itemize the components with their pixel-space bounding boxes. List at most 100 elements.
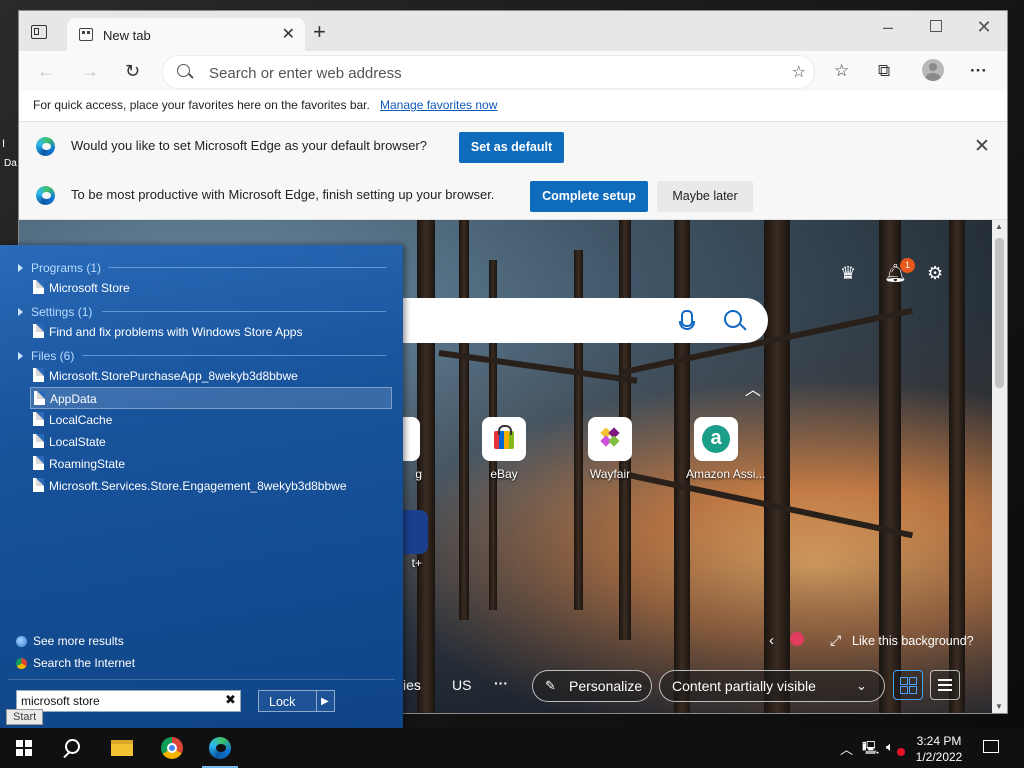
search-internet-link[interactable]: Search the Internet	[16, 656, 135, 670]
result-file[interactable]: Microsoft.StorePurchaseApp_8wekyb3d8bbwe	[30, 365, 392, 387]
scrollbar-thumb[interactable]	[995, 238, 1004, 388]
add-favorite-icon[interactable]: ☆	[792, 62, 806, 82]
back-arrow-icon[interactable]: ←	[37, 61, 55, 82]
result-fix-store-apps[interactable]: Find and fix problems with Windows Store…	[30, 321, 392, 343]
tab-close-icon[interactable]: ✕	[282, 24, 295, 44]
group-label: Settings (1)	[31, 304, 93, 319]
group-header-files[interactable]: Files (6)	[18, 348, 74, 363]
forward-arrow-icon[interactable]: →	[81, 61, 99, 82]
web-search-box[interactable]	[390, 298, 768, 343]
refresh-icon[interactable]: ↻	[125, 61, 140, 82]
lock-button[interactable]: Lock ▶	[258, 690, 335, 712]
taskbar-chrome[interactable]	[148, 728, 196, 768]
file-icon	[33, 478, 44, 492]
scroll-down-icon[interactable]: ▼	[995, 702, 1003, 711]
grid-layout-button[interactable]	[893, 670, 923, 700]
show-hidden-icons-chevron-icon[interactable]: ︿	[840, 739, 853, 758]
default-browser-infobar: Would you like to set Microsoft Edge as …	[19, 122, 1007, 172]
manage-favorites-link[interactable]: Manage favorites now	[380, 98, 497, 112]
default-browser-message: Would you like to set Microsoft Edge as …	[71, 138, 427, 153]
quick-link-amazon-assistant[interactable]: a Amazon Assi...	[686, 417, 766, 481]
quick-link-wayfair[interactable]: Wayfair	[580, 417, 640, 481]
desktop-icon-label-fragment[interactable]: I Da	[2, 138, 17, 169]
expand-arrow-icon	[18, 307, 23, 316]
group-header-settings[interactable]: Settings (1)	[18, 304, 92, 319]
more-options-icon[interactable]: ···	[494, 675, 508, 691]
collections-icon[interactable]: ⧉	[878, 61, 890, 81]
page-scrollbar[interactable]: ▲ ▼	[992, 220, 1007, 713]
settings-more-icon[interactable]: ···	[970, 61, 987, 81]
tile-label: Wayfair	[589, 467, 631, 481]
address-input[interactable]	[207, 62, 771, 84]
result-file[interactable]: LocalState	[30, 431, 392, 453]
quick-link-ebay[interactable]: eBay	[474, 417, 534, 481]
taskbar-search-button[interactable]	[48, 728, 96, 768]
set-as-default-button[interactable]: Set as default	[459, 132, 564, 163]
title-bar: New tab ✕ + – ✕	[19, 11, 1007, 51]
ebay-bag-icon	[482, 417, 526, 461]
result-file-selected[interactable]: AppData	[30, 387, 392, 409]
panel-divider	[8, 679, 395, 680]
favorites-bar-message: For quick access, place your favorites h…	[33, 98, 370, 112]
tile-label: Amazon Assi...	[686, 467, 766, 481]
tab-actions-icon[interactable]	[31, 25, 47, 39]
maximize-button[interactable]	[913, 15, 959, 39]
content-visibility-dropdown[interactable]: Content partially visible ⌄	[659, 670, 885, 702]
start-search-input[interactable]	[16, 690, 241, 712]
network-icon[interactable]: 🖳︎	[862, 739, 879, 761]
group-header-programs[interactable]: Programs (1)	[18, 260, 101, 275]
result-label: LocalCache	[49, 413, 113, 427]
notification-center-icon[interactable]	[983, 740, 999, 753]
background-info-badge-icon[interactable]	[790, 632, 804, 646]
rewards-trophy-icon[interactable]: ♛	[840, 263, 856, 284]
profile-avatar-icon[interactable]	[922, 59, 944, 81]
chrome-icon	[161, 737, 183, 759]
microphone-icon[interactable]	[679, 310, 695, 330]
volume-muted-icon[interactable]: 🔈︎	[886, 739, 894, 755]
see-more-results-link[interactable]: See more results	[16, 634, 124, 648]
chevron-down-icon: ⌄	[856, 678, 867, 693]
page-settings-gear-icon[interactable]: ⚙	[927, 263, 943, 284]
close-window-button[interactable]: ✕	[961, 15, 1007, 39]
system-clock[interactable]: 3:24 PM 1/2/2022	[910, 733, 968, 765]
result-file[interactable]: Microsoft.Services.Store.Engagement_8wek…	[30, 475, 392, 497]
feed-tab-partial[interactable]: ies	[403, 677, 421, 693]
complete-setup-button[interactable]: Complete setup	[530, 181, 648, 212]
previous-background-chevron-icon[interactable]: ‹	[769, 632, 774, 649]
clear-search-icon[interactable]: ✖	[225, 692, 236, 708]
personalize-button[interactable]: ✎ Personalize	[532, 670, 652, 702]
result-file[interactable]: RoamingState	[30, 453, 392, 475]
taskbar-file-explorer[interactable]	[98, 728, 146, 768]
tab-new-tab[interactable]: New tab ✕	[67, 18, 305, 51]
maybe-later-button[interactable]: Maybe later	[657, 181, 753, 212]
favorites-icon[interactable]: ☆	[834, 61, 849, 81]
file-icon	[33, 456, 44, 470]
like-background-link[interactable]: Like this background?	[852, 634, 974, 648]
new-tab-plus-icon[interactable]: +	[313, 19, 326, 45]
scroll-up-icon[interactable]: ▲	[995, 222, 1003, 231]
group-label: Files (6)	[31, 348, 75, 363]
minimize-button[interactable]: –	[865, 15, 911, 39]
power-options-arrow-icon[interactable]: ▶	[321, 691, 329, 713]
result-file[interactable]: LocalCache	[30, 409, 392, 431]
address-bar[interactable]: ☆	[162, 55, 815, 89]
expand-background-icon[interactable]: ⤢	[830, 632, 841, 649]
list-layout-button[interactable]	[930, 670, 960, 700]
close-infobar-icon[interactable]: ✕	[974, 135, 990, 158]
taskbar-edge[interactable]	[196, 728, 244, 768]
new-tab-favicon-icon	[79, 28, 93, 41]
search-internet-label: Search the Internet	[33, 656, 136, 670]
result-microsoft-store[interactable]: Microsoft Store	[30, 277, 392, 299]
error-badge-icon	[897, 748, 905, 756]
personalize-label: Personalize	[569, 678, 643, 694]
start-button[interactable]	[0, 728, 48, 768]
clock-time: 3:24 PM	[916, 734, 962, 748]
edge-logo-icon	[36, 186, 55, 205]
collapse-chevron-up-icon[interactable]: ︿	[745, 376, 761, 400]
search-icon[interactable]	[724, 310, 742, 328]
region-selector[interactable]: US	[452, 677, 471, 693]
desktop-icon-text-2: Da	[4, 158, 17, 169]
magnifier-icon	[16, 636, 27, 648]
group-divider	[82, 355, 386, 356]
desktop-icon-text: I	[2, 138, 6, 150]
